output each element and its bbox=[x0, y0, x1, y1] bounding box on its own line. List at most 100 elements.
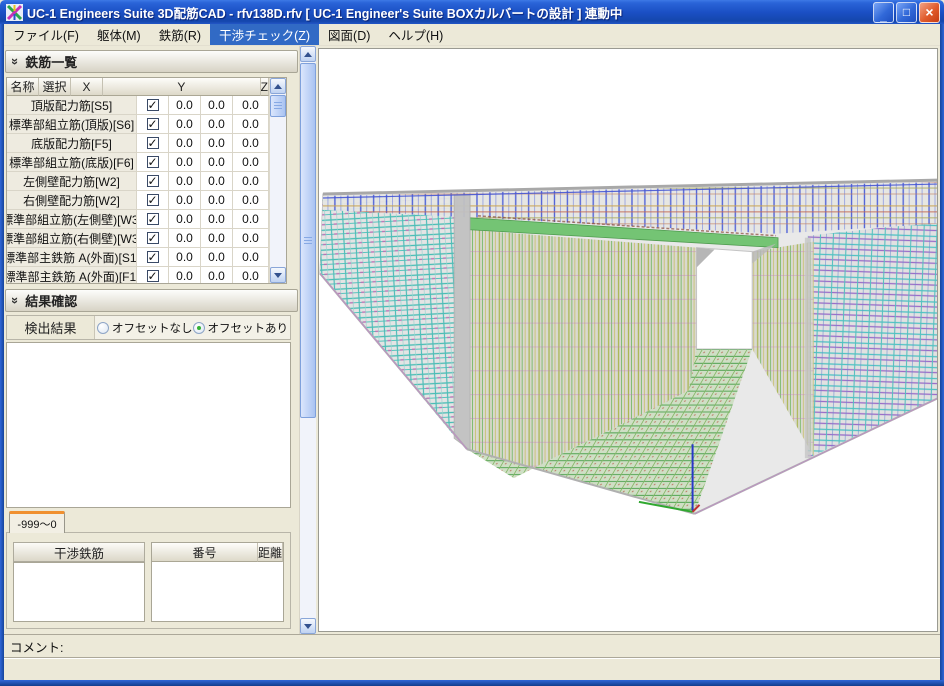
section-header-result-check[interactable]: » 結果確認 bbox=[5, 289, 298, 312]
offset-x-cell[interactable]: 0.0 bbox=[169, 210, 201, 229]
offset-y-cell[interactable]: 0.0 bbox=[201, 210, 233, 229]
close-button[interactable]: × bbox=[919, 2, 940, 23]
offset-z-cell[interactable]: 0.0 bbox=[233, 248, 269, 267]
checkbox-icon[interactable] bbox=[147, 232, 159, 244]
checkbox-icon[interactable] bbox=[147, 213, 159, 225]
offset-x-cell[interactable]: 0.0 bbox=[169, 115, 201, 134]
offset-y-cell[interactable]: 0.0 bbox=[201, 134, 233, 153]
rebar-select-cell[interactable] bbox=[137, 229, 169, 248]
offset-z-cell[interactable]: 0.0 bbox=[233, 115, 269, 134]
rebar-name-cell[interactable]: 標準部組立筋(底版)[F6] bbox=[7, 153, 137, 172]
rebar-select-cell[interactable] bbox=[137, 248, 169, 267]
checkbox-icon[interactable] bbox=[147, 137, 159, 149]
scroll-down-button[interactable] bbox=[300, 618, 316, 634]
rebar-select-cell[interactable] bbox=[137, 134, 169, 153]
column-header[interactable]: Z bbox=[261, 78, 269, 96]
offset-y-cell[interactable]: 0.0 bbox=[201, 153, 233, 172]
panel-scrollbar[interactable] bbox=[299, 46, 316, 634]
offset-y-cell[interactable]: 0.0 bbox=[201, 248, 233, 267]
checkbox-icon[interactable] bbox=[147, 175, 159, 187]
rebar-name-cell[interactable]: 底版配力筋[F5] bbox=[7, 134, 137, 153]
offset-y-cell[interactable]: 0.0 bbox=[201, 191, 233, 210]
menu-item[interactable]: 鉄筋(R) bbox=[150, 24, 210, 45]
rebar-name-cell[interactable]: 標準部組立筋(左側壁)[W3] bbox=[7, 210, 137, 229]
window-border-right bbox=[940, 24, 944, 686]
offset-x-cell[interactable]: 0.0 bbox=[169, 172, 201, 191]
offset-x-cell[interactable]: 0.0 bbox=[169, 191, 201, 210]
rebar-name-cell[interactable]: 標準部組立筋(右側壁)[W3] bbox=[7, 229, 137, 248]
scroll-up-button[interactable] bbox=[300, 46, 316, 62]
interference-rebar-list[interactable] bbox=[13, 562, 145, 622]
rebar-name-cell[interactable]: 標準部主鉄筋 A(外面)[S1] bbox=[7, 248, 137, 267]
rebar-name-cell[interactable]: 標準部組立筋(頂版)[S6] bbox=[7, 115, 137, 134]
offset-z-cell[interactable]: 0.0 bbox=[233, 134, 269, 153]
checkbox-icon[interactable] bbox=[147, 270, 159, 282]
rebar-name-cell[interactable]: 標準部主鉄筋 A(外面)[F1] bbox=[7, 267, 137, 284]
checkbox-icon[interactable] bbox=[147, 194, 159, 206]
radio-icon bbox=[97, 322, 109, 334]
offset-z-cell[interactable]: 0.0 bbox=[233, 210, 269, 229]
maximize-button[interactable]: □ bbox=[896, 2, 917, 23]
offset-x-cell[interactable]: 0.0 bbox=[169, 96, 201, 115]
scrollbar-thumb[interactable] bbox=[270, 95, 286, 117]
rebar-select-cell[interactable] bbox=[137, 191, 169, 210]
rebar-name-cell[interactable]: 右側壁配力筋[W2] bbox=[7, 191, 137, 210]
range-tab[interactable]: -999～0 bbox=[9, 511, 65, 533]
menu-item[interactable]: 干渉チェック(Z) bbox=[210, 24, 319, 45]
scrollbar-thumb[interactable] bbox=[300, 63, 316, 418]
table-row: 標準部組立筋(頂版)[S6] 0.0 0.0 0.0 bbox=[7, 115, 269, 134]
box-culvert-3d-model bbox=[319, 49, 937, 631]
offset-z-cell[interactable]: 0.0 bbox=[233, 229, 269, 248]
offset-z-cell[interactable]: 0.0 bbox=[233, 153, 269, 172]
title-bar[interactable]: UC-1 Engineers Suite 3D配筋CAD - rfv138D.r… bbox=[0, 0, 944, 24]
rebar-select-cell[interactable] bbox=[137, 153, 169, 172]
offset-y-cell[interactable]: 0.0 bbox=[201, 229, 233, 248]
menu-item[interactable]: 躯体(M) bbox=[88, 24, 150, 45]
rebar-select-cell[interactable] bbox=[137, 172, 169, 191]
rebar-select-cell[interactable] bbox=[137, 96, 169, 115]
minimize-button[interactable]: _ bbox=[873, 2, 894, 23]
column-header[interactable]: 名称 bbox=[7, 78, 39, 96]
offset-z-cell[interactable]: 0.0 bbox=[233, 191, 269, 210]
rebar-name-cell[interactable]: 頂版配力筋[S5] bbox=[7, 96, 137, 115]
radio-icon bbox=[193, 322, 205, 334]
column-header[interactable]: 番号 bbox=[152, 543, 258, 562]
column-header[interactable]: X bbox=[71, 78, 103, 96]
offset-y-cell[interactable]: 0.0 bbox=[201, 115, 233, 134]
scroll-down-button[interactable] bbox=[270, 267, 286, 283]
detection-result-list[interactable] bbox=[6, 342, 291, 508]
menu-item[interactable]: 図面(D) bbox=[319, 24, 379, 45]
offset-x-cell[interactable]: 0.0 bbox=[169, 229, 201, 248]
offset-x-cell[interactable]: 0.0 bbox=[169, 267, 201, 284]
distance-table: 番号 距離 bbox=[151, 542, 284, 622]
checkbox-icon[interactable] bbox=[147, 156, 159, 168]
checkbox-icon[interactable] bbox=[147, 251, 159, 263]
scroll-up-button[interactable] bbox=[270, 78, 286, 94]
offset-y-cell[interactable]: 0.0 bbox=[201, 96, 233, 115]
rebar-name-cell[interactable]: 左側壁配力筋[W2] bbox=[7, 172, 137, 191]
offset-z-cell[interactable]: 0.0 bbox=[233, 267, 269, 284]
3d-viewport[interactable] bbox=[318, 48, 938, 632]
rebar-select-cell[interactable] bbox=[137, 267, 169, 284]
offset-z-cell[interactable]: 0.0 bbox=[233, 172, 269, 191]
checkbox-icon[interactable] bbox=[147, 118, 159, 130]
menu-item[interactable]: ファイル(F) bbox=[4, 24, 88, 45]
offset-y-cell[interactable]: 0.0 bbox=[201, 172, 233, 191]
menu-item[interactable]: ヘルプ(H) bbox=[379, 24, 452, 45]
radio-option[interactable]: オフセットなし bbox=[97, 320, 193, 336]
offset-x-cell[interactable]: 0.0 bbox=[169, 248, 201, 267]
radio-option[interactable]: オフセットあり bbox=[193, 320, 289, 336]
offset-x-cell[interactable]: 0.0 bbox=[169, 134, 201, 153]
arrow-up-icon bbox=[304, 52, 312, 57]
offset-y-cell[interactable]: 0.0 bbox=[201, 267, 233, 284]
column-header[interactable]: 選択 bbox=[39, 78, 71, 96]
section-header-rebar-list[interactable]: » 鉄筋一覧 bbox=[5, 50, 298, 73]
offset-x-cell[interactable]: 0.0 bbox=[169, 153, 201, 172]
rebar-select-cell[interactable] bbox=[137, 210, 169, 229]
rebar-table-scrollbar[interactable] bbox=[269, 78, 286, 283]
offset-z-cell[interactable]: 0.0 bbox=[233, 96, 269, 115]
column-header[interactable]: Y bbox=[103, 78, 261, 96]
rebar-select-cell[interactable] bbox=[137, 115, 169, 134]
checkbox-icon[interactable] bbox=[147, 99, 159, 111]
column-header[interactable]: 距離 bbox=[258, 543, 283, 562]
